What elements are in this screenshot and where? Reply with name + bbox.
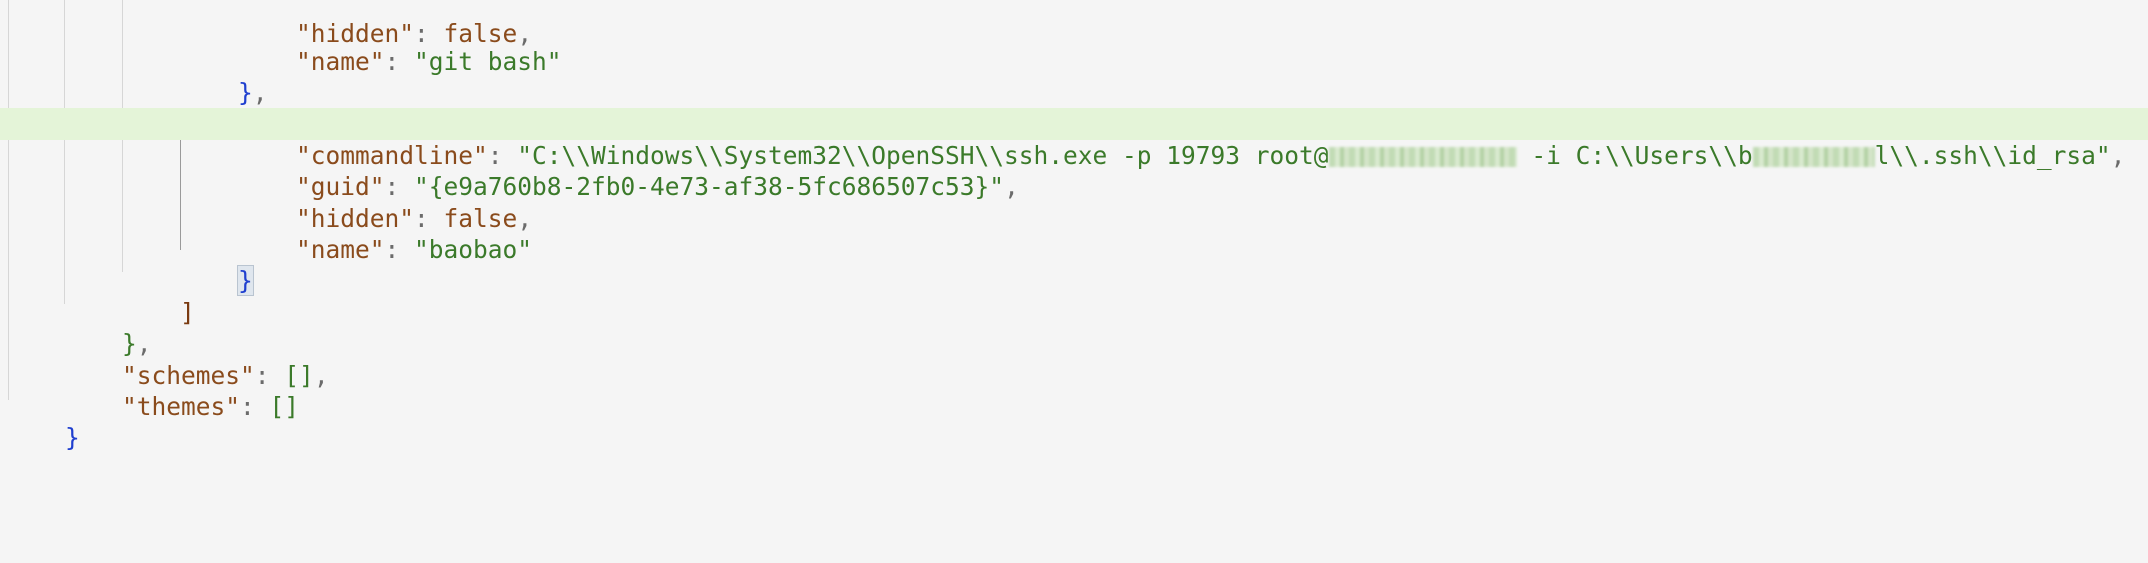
code-line[interactable]: } [0, 233, 2148, 296]
code-line[interactable]: { [0, 76, 2148, 139]
code-line[interactable]: } [0, 390, 2148, 452]
code-line[interactable]: "schemes": [], [0, 328, 2148, 390]
code-line[interactable]: "themes": [] [0, 359, 2148, 421]
code-line[interactable]: }, [0, 45, 2148, 107]
code-line-current[interactable]: "commandline": "C:\\Windows\\System32\\O… [0, 108, 2148, 170]
code-line[interactable]: }, [0, 296, 2148, 358]
code-line[interactable]: "guid": "{e9a760b8-2fb0-4e73-af38-5fc686… [0, 139, 2148, 201]
code-line[interactable]: ] [0, 265, 2148, 327]
code-line[interactable]: "name": "git bash" [0, 14, 2148, 76]
code-line[interactable]: "hidden": false, [0, 171, 2148, 233]
closing-brace: } [65, 423, 80, 452]
code-line[interactable]: "name": "baobao" [0, 202, 2148, 264]
code-editor[interactable]: "hidden": false, "name": "git bash" }, {… [0, 0, 2148, 563]
